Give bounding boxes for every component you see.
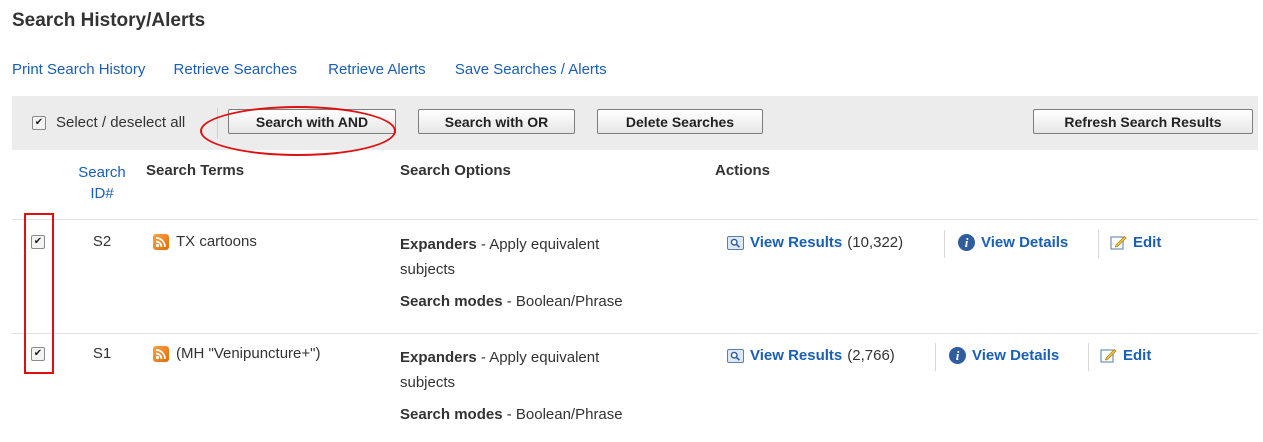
view-results-action[interactable]: View Results (10,322) [727,234,903,251]
view-details-action[interactable]: i View Details [949,347,1059,364]
edit-icon [1100,348,1117,363]
magnifier-icon [727,348,744,363]
info-icon: i [949,347,966,364]
retrieve-searches-link[interactable]: Retrieve Searches [174,61,297,78]
view-details-action[interactable]: i View Details [958,234,1068,251]
edit-link[interactable]: Edit [1123,347,1151,364]
search-term: (MH "Venipuncture+") [176,345,321,362]
column-header-search-id[interactable]: Search ID# [70,162,134,204]
search-options: Expanders - Apply equivalent subjects Se… [400,232,700,315]
row-divider [12,333,1258,334]
view-results-action[interactable]: View Results (2,766) [727,347,895,364]
edit-action[interactable]: Edit [1110,234,1161,251]
action-divider [935,343,936,371]
row-checkbox[interactable]: ✔ [31,347,45,361]
rss-feed-icon[interactable] [153,346,169,362]
search-id: S2 [92,233,112,250]
magnifier-icon [727,235,744,250]
row-divider [12,219,1258,220]
action-divider [1088,343,1089,371]
history-toolbar: ✔ Select / deselect all Search with AND … [12,96,1258,150]
edit-action[interactable]: Edit [1100,347,1151,364]
rss-feed-icon[interactable] [153,234,169,250]
search-modes-label: Search modes [400,293,503,310]
delete-searches-button[interactable]: Delete Searches [597,109,763,134]
search-with-and-button[interactable]: Search with AND [228,109,396,134]
search-modes-value: - Boolean/Phrase [502,293,623,310]
save-searches-alerts-link[interactable]: Save Searches / Alerts [455,61,607,78]
view-details-link[interactable]: View Details [981,234,1068,251]
column-header-search-id-line1: Search [78,164,126,181]
view-results-link[interactable]: View Results [750,347,842,364]
retrieve-alerts-link[interactable]: Retrieve Alerts [328,61,426,78]
select-all-label: Select / deselect all [56,114,186,131]
search-modes-label: Search modes [400,406,503,423]
expanders-label: Expanders [400,349,477,366]
results-count: (2,766) [847,347,895,364]
expanders-value: - Apply equivalent [476,349,600,366]
edit-link[interactable]: Edit [1133,234,1161,251]
column-header-search-id-line2: ID# [90,185,114,202]
results-count: (10,322) [847,234,904,251]
row-checkbox[interactable]: ✔ [31,235,45,249]
view-details-link[interactable]: View Details [972,347,1059,364]
view-results-link[interactable]: View Results [750,234,842,251]
search-with-or-button[interactable]: Search with OR [418,109,575,134]
info-icon: i [958,234,975,251]
column-header-search-terms: Search Terms [146,162,245,179]
expanders-label: Expanders [400,236,477,253]
refresh-search-results-button[interactable]: Refresh Search Results [1033,109,1253,134]
search-modes-value: - Boolean/Phrase [502,406,623,423]
history-links: Print Search History Retrieve Searches R… [12,61,631,78]
column-header-search-options: Search Options [400,162,511,179]
page-title: Search History/Alerts [12,10,206,31]
toolbar-divider [217,108,218,138]
search-term: TX cartoons [176,233,257,250]
action-divider [1098,230,1099,258]
select-all-checkbox[interactable]: ✔ [32,115,46,130]
search-id: S1 [92,345,112,362]
expanders-value-continued: subjects [400,261,456,278]
select-all-control[interactable]: ✔ Select / deselect all [32,114,185,131]
edit-icon [1110,235,1127,250]
action-divider [944,230,945,258]
column-header-actions: Actions [715,162,771,179]
expanders-value: - Apply equivalent [476,236,600,253]
print-search-history-link[interactable]: Print Search History [12,61,145,78]
search-options: Expanders - Apply equivalent subjects Se… [400,345,700,428]
expanders-value-continued: subjects [400,374,456,391]
